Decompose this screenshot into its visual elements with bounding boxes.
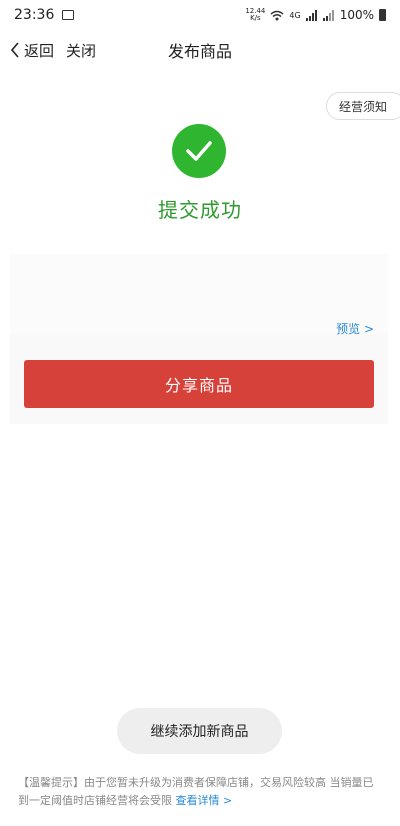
image-notification-icon bbox=[62, 10, 75, 20]
signal-icon-2 bbox=[322, 9, 334, 21]
page-title: 发布商品 bbox=[167, 42, 232, 61]
share-product-button[interactable]: 分享商品 bbox=[24, 360, 374, 408]
signal-icon bbox=[305, 9, 317, 21]
status-right: 12.44 K/s 4G 100% bbox=[245, 8, 386, 22]
business-notice-button[interactable]: 经营须知 bbox=[325, 92, 400, 120]
back-label: 返回 bbox=[24, 41, 55, 60]
battery-percent: 100% bbox=[339, 8, 374, 22]
warm-tip: 【温馨提示】由于您暂未升级为消费者保障店铺，交易风险较高 当销量已到一定阈值时店… bbox=[18, 774, 384, 810]
status-bar: 23:36 12.44 K/s 4G 100% bbox=[0, 0, 400, 30]
wifi-icon bbox=[270, 10, 284, 20]
net-speed-unit: K/s bbox=[250, 14, 261, 22]
success-message: 提交成功 bbox=[158, 198, 242, 222]
success-check-icon bbox=[172, 124, 226, 178]
back-button[interactable]: 返回 bbox=[10, 40, 54, 61]
preview-link[interactable]: 预览 > bbox=[336, 320, 374, 337]
net-speed: 12.44 K/s bbox=[245, 8, 265, 22]
battery-icon bbox=[379, 9, 386, 21]
view-details-link[interactable]: 查看详情 > bbox=[176, 794, 233, 807]
product-card: 预览 > 分享商品 bbox=[10, 254, 388, 424]
product-preview-area bbox=[10, 254, 388, 334]
continue-add-product-button[interactable]: 继续添加新商品 bbox=[117, 708, 282, 754]
nav-bar: 返回 关闭 发布商品 bbox=[0, 30, 400, 70]
status-time: 23:36 bbox=[14, 7, 55, 23]
close-button[interactable]: 关闭 bbox=[66, 40, 96, 61]
chevron-left-icon bbox=[10, 42, 19, 58]
main-content: 经营须知 提交成功 预览 > 分享商品 继续添加新商品 【温馨提示】由于您暂未升… bbox=[0, 70, 400, 826]
network-type: 4G bbox=[289, 10, 301, 20]
checkmark-icon bbox=[186, 141, 212, 161]
